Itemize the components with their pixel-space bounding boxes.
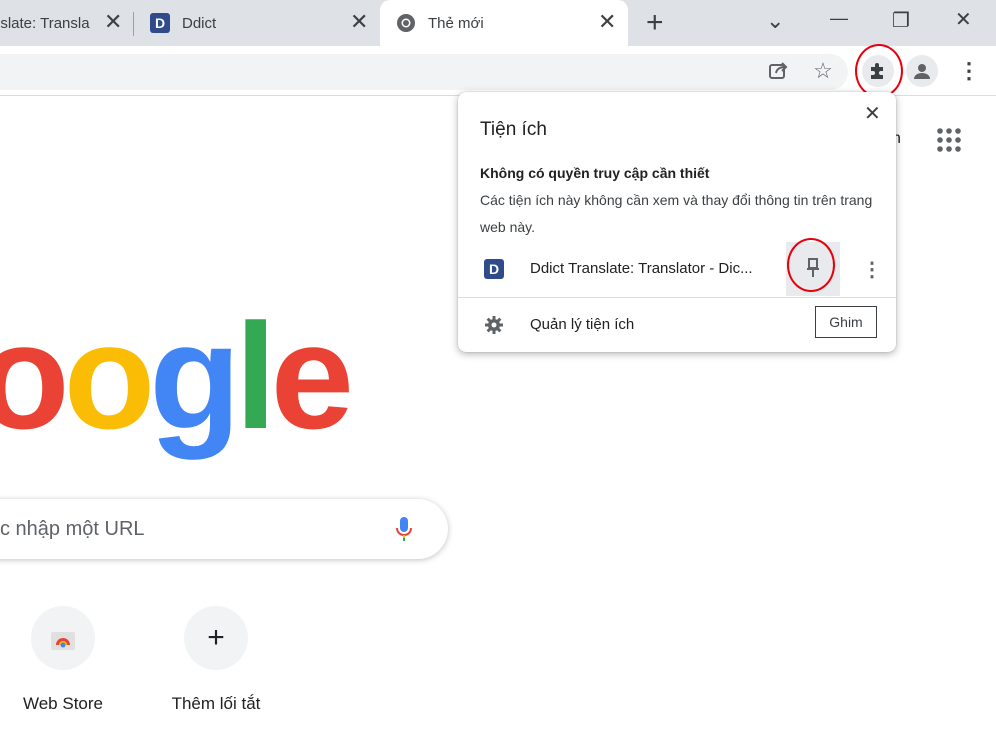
manage-extensions-label: Quản lý tiện ích	[530, 316, 635, 333]
chrome-favicon-icon	[397, 14, 415, 32]
shortcut-label: Web Store	[22, 694, 103, 713]
logo-letter: g	[149, 292, 241, 460]
pin-tooltip: Ghim	[815, 306, 877, 338]
section-description: Các tiện ích này không cần xem và thay đ…	[480, 192, 873, 235]
tab-search-chevron-icon[interactable]: ⌄	[766, 8, 784, 34]
logo-letter: e	[270, 292, 354, 460]
address-bar[interactable]	[0, 54, 848, 90]
apps-grid-icon[interactable]	[937, 128, 961, 157]
restore-button[interactable]: ❐	[892, 8, 910, 33]
web-store-icon	[51, 632, 75, 650]
ddict-extension-icon: D	[484, 259, 504, 279]
bookmark-star-icon[interactable]: ☆	[807, 55, 839, 87]
menu-kebab-icon[interactable]: ⋮	[958, 58, 980, 84]
tab-new-tab[interactable]: Thẻ mới ✕	[380, 0, 628, 46]
new-tab-button[interactable]: +	[646, 6, 664, 40]
tab-title: nslate: Transla	[0, 14, 90, 32]
search-placeholder: c nhập một URL	[0, 518, 145, 540]
tab-translate[interactable]: nslate: Transla ✕	[0, 0, 130, 46]
logo-letter: o	[0, 292, 70, 460]
tab-close-icon[interactable]: ✕	[598, 11, 616, 33]
logo-letter: l	[234, 292, 277, 460]
window-close-button[interactable]: ✕	[955, 7, 972, 32]
ddict-favicon-icon: D	[150, 13, 170, 33]
pin-button[interactable]	[786, 242, 840, 296]
search-box[interactable]: c nhập một URL	[0, 499, 448, 559]
minimize-button[interactable]: —	[830, 8, 848, 29]
logo-letter: o	[63, 292, 156, 460]
shortcut-web-store[interactable]	[31, 606, 95, 670]
profile-avatar-icon[interactable]	[906, 55, 938, 87]
tab-title: Thẻ mới	[428, 14, 484, 32]
tab-ddict[interactable]: D Ddict ✕	[140, 0, 376, 46]
section-heading: Không có quyền truy cập cần thiết	[480, 165, 710, 181]
microphone-icon[interactable]	[395, 516, 413, 542]
extensions-button[interactable]	[862, 55, 894, 87]
pin-icon	[807, 258, 819, 277]
tab-title: Ddict	[182, 14, 217, 32]
tab-close-icon[interactable]: ✕	[350, 11, 368, 33]
extension-more-icon[interactable]: ⋮	[862, 257, 882, 282]
tab-separator	[133, 12, 134, 36]
share-icon[interactable]	[763, 55, 795, 87]
google-logo: oogle	[0, 290, 354, 463]
popup-title: Tiện ích	[480, 119, 547, 140]
extension-name: Ddict Translate: Translator - Dic...	[530, 260, 753, 277]
gear-icon	[485, 316, 503, 334]
tab-close-icon[interactable]: ✕	[104, 11, 122, 33]
extension-row[interactable]: D Ddict Translate: Translator - Dic... ⋮	[458, 242, 896, 296]
popup-close-icon[interactable]: ✕	[864, 101, 881, 126]
extensions-popup: Tiện ích ✕ Không có quyền truy cập cần t…	[458, 92, 896, 352]
puzzle-icon	[871, 63, 883, 79]
add-shortcut-button[interactable]: +	[184, 606, 248, 670]
shortcut-label: Thêm lối tắt	[171, 694, 261, 713]
